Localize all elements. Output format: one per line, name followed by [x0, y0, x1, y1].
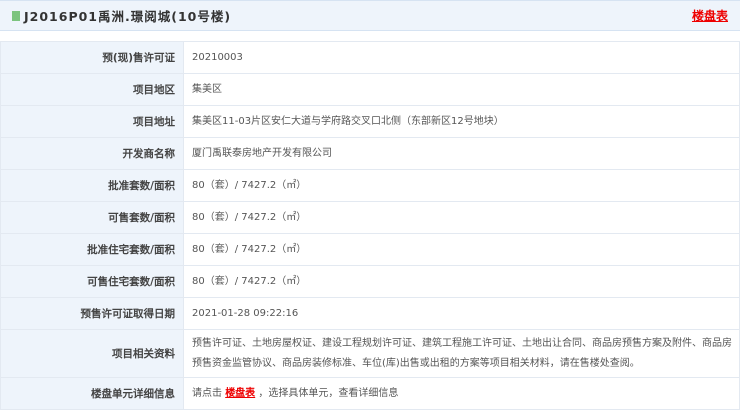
row-label: 批准套数/面积	[0, 169, 184, 202]
row-label: 可售住宅套数/面积	[0, 265, 184, 298]
detail-suffix: ，选择具体单元，查看详细信息	[258, 387, 399, 399]
document-icon	[12, 10, 20, 21]
row-label: 项目相关资料	[0, 329, 184, 378]
row-value: 20210003	[183, 41, 740, 74]
row-label: 项目地区	[0, 73, 184, 106]
detail-prefix: 请点击	[192, 387, 222, 399]
building-table-inline-link[interactable]: 楼盘表	[225, 388, 255, 399]
title-text: J2016P01禹洲.璟阅城(10号楼)	[24, 9, 232, 24]
row-value: 厦门禹联泰房地产开发有限公司	[183, 137, 740, 170]
row-label: 可售套数/面积	[0, 201, 184, 234]
row-value: 请点击 楼盘表 ，选择具体单元，查看详细信息	[183, 377, 740, 410]
table-row: 预售许可证取得日期 2021-01-28 09:22:16	[0, 297, 740, 330]
page-header: J2016P01禹洲.璟阅城(10号楼) 楼盘表	[0, 0, 740, 31]
row-value: 80（套）/ 7427.2（㎡）	[183, 169, 740, 202]
row-label: 批准住宅套数/面积	[0, 233, 184, 266]
row-label: 预售许可证取得日期	[0, 297, 184, 330]
building-table-link[interactable]: 楼盘表	[692, 7, 728, 24]
row-value: 集美区11-03片区安仁大道与学府路交叉口北侧（东部新区12号地块）	[183, 105, 740, 138]
row-value: 2021-01-28 09:22:16	[183, 297, 740, 330]
row-value: 80（套）/ 7427.2（㎡）	[183, 265, 740, 298]
table-row: 可售套数/面积 80（套）/ 7427.2（㎡）	[0, 201, 740, 234]
row-label: 预(现)售许可证	[0, 41, 184, 74]
table-row: 预(现)售许可证 20210003	[0, 41, 740, 74]
table-row: 项目地区 集美区	[0, 73, 740, 106]
row-value: 预售许可证、土地房屋权证、建设工程规划许可证、建筑工程施工许可证、土地出让合同、…	[183, 329, 740, 378]
row-label: 楼盘单元详细信息	[0, 377, 184, 410]
row-value: 集美区	[183, 73, 740, 106]
row-value: 80（套）/ 7427.2（㎡）	[183, 201, 740, 234]
table-row: 批准住宅套数/面积 80（套）/ 7427.2（㎡）	[0, 233, 740, 266]
table-row: 项目相关资料 预售许可证、土地房屋权证、建设工程规划许可证、建筑工程施工许可证、土…	[0, 329, 740, 378]
row-value: 80（套）/ 7427.2（㎡）	[183, 233, 740, 266]
detail-row: 楼盘单元详细信息 请点击 楼盘表 ，选择具体单元，查看详细信息	[0, 377, 740, 410]
project-info-table: 预(现)售许可证 20210003 项目地区 集美区 项目地址 集美区11-03片区安仁大…	[0, 41, 740, 410]
table-row: 开发商名称 厦门禹联泰房地产开发有限公司	[0, 137, 740, 170]
table-row: 可售住宅套数/面积 80（套）/ 7427.2（㎡）	[0, 265, 740, 298]
project-title: J2016P01禹洲.璟阅城(10号楼)	[12, 6, 231, 25]
table-row: 批准套数/面积 80（套）/ 7427.2（㎡）	[0, 169, 740, 202]
row-label: 开发商名称	[0, 137, 184, 170]
table-row: 项目地址 集美区11-03片区安仁大道与学府路交叉口北侧（东部新区12号地块）	[0, 105, 740, 138]
row-label: 项目地址	[0, 105, 184, 138]
